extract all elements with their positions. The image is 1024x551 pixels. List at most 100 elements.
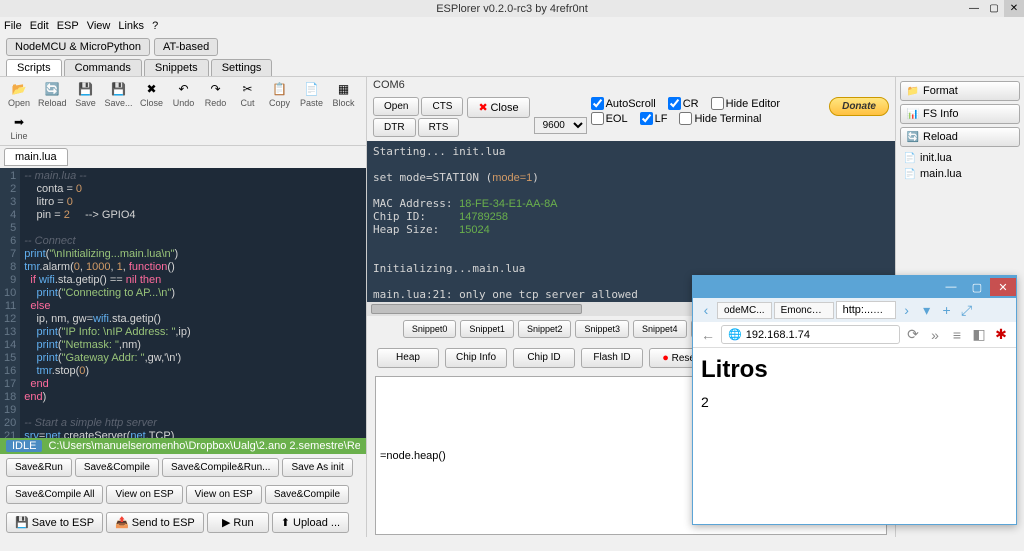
- cmd-chipinfo[interactable]: Chip Info: [445, 348, 507, 368]
- menu-edit[interactable]: Edit: [30, 20, 49, 32]
- tool-cut[interactable]: ✂Cut: [235, 81, 261, 108]
- button-sendtoesp[interactable]: 📤Send to ESP: [106, 512, 204, 533]
- save to esp-icon: 💾: [15, 516, 29, 529]
- browser-back-button[interactable]: ‹: [697, 301, 715, 319]
- check-eol[interactable]: EOL: [591, 112, 628, 125]
- cmd-chipid[interactable]: Chip ID: [513, 348, 575, 368]
- subtab-snippets[interactable]: Snippets: [144, 59, 209, 76]
- tool-save[interactable]: 💾Save: [73, 81, 99, 108]
- file-tab[interactable]: main.lua: [4, 148, 68, 166]
- browser-title-bar[interactable]: — ▢ ✕: [693, 276, 1016, 298]
- menu-view[interactable]: View: [87, 20, 111, 32]
- cts-button[interactable]: CTS: [421, 97, 463, 116]
- tool-line[interactable]: ➡Line: [6, 114, 32, 141]
- file-main-lua[interactable]: 📄main.lua: [900, 166, 1020, 182]
- browser-address-bar[interactable]: 🌐 192.168.1.74: [721, 325, 900, 344]
- redo-icon: ↷: [208, 81, 224, 97]
- tool-reload[interactable]: 🔄Reload: [38, 81, 67, 108]
- browser-tab[interactable]: Emoncms...: [774, 302, 834, 319]
- browser-menu-button[interactable]: ≡: [948, 326, 966, 344]
- maximize-button[interactable]: ▢: [984, 0, 1004, 17]
- browser-minimize-button[interactable]: —: [938, 278, 964, 296]
- browser-close-button[interactable]: ✕: [990, 278, 1016, 296]
- check-autoscroll[interactable]: AutoScroll: [591, 97, 656, 110]
- button-viewonesp[interactable]: View on ESP: [186, 485, 262, 504]
- browser-expand-button[interactable]: ⤢: [958, 301, 976, 319]
- save...-icon: 💾: [111, 81, 127, 97]
- rts-button[interactable]: RTS: [418, 118, 460, 137]
- copy-icon: 📋: [272, 81, 288, 97]
- cmd-flashid[interactable]: Flash ID: [581, 348, 643, 368]
- code-editor[interactable]: 1234567891011121314151617181920212223242…: [0, 168, 366, 438]
- close-icon: ✖: [144, 81, 160, 97]
- browser-tab-active[interactable]: http:...1.74/×: [836, 301, 896, 319]
- button-saverun[interactable]: Save&Run: [6, 458, 72, 477]
- right-reload[interactable]: 🔄Reload: [900, 127, 1020, 147]
- browser-more-button[interactable]: »: [926, 326, 944, 344]
- tab-1[interactable]: AT-based: [154, 38, 218, 56]
- subtab-settings[interactable]: Settings: [211, 59, 273, 76]
- button-viewonesp[interactable]: View on ESP: [106, 485, 182, 504]
- cmd-heap[interactable]: Heap: [377, 348, 439, 368]
- tool-block[interactable]: ▦Block: [331, 81, 357, 108]
- browser-ext-button[interactable]: ✱: [992, 326, 1010, 344]
- main-tabs: NodeMCU & MicroPythonAT-based: [0, 35, 1024, 59]
- snippet-button[interactable]: Snippet4: [633, 320, 687, 338]
- browser-window: — ▢ ✕ ‹ odeMC... Emoncms... http:...1.74…: [692, 275, 1017, 525]
- line-icon: ➡: [11, 114, 27, 130]
- button-savecompileall[interactable]: Save&Compile All: [6, 485, 103, 504]
- open-port-button[interactable]: Open: [373, 97, 419, 116]
- check-lf[interactable]: LF: [640, 112, 668, 125]
- button-upload[interactable]: ⬆Upload ...: [272, 512, 349, 533]
- subtab-scripts[interactable]: Scripts: [6, 59, 62, 76]
- block-icon: ▦: [336, 81, 352, 97]
- browser-maximize-button[interactable]: ▢: [964, 278, 990, 296]
- dtr-button[interactable]: DTR: [373, 118, 416, 137]
- button-savecompilerun[interactable]: Save&Compile&Run...: [162, 458, 280, 477]
- tool-close[interactable]: ✖Close: [139, 81, 165, 108]
- browser-tab[interactable]: odeMC...: [717, 302, 772, 319]
- button-savetoesp[interactable]: 💾Save to ESP: [6, 512, 103, 533]
- cut-icon: ✂: [240, 81, 256, 97]
- menu-esp[interactable]: ESP: [57, 20, 79, 32]
- donate-button[interactable]: Donate: [829, 97, 889, 116]
- snippet-button[interactable]: Snippet1: [460, 320, 514, 338]
- menu-file[interactable]: File: [4, 20, 22, 32]
- browser-forward-button[interactable]: ›: [898, 301, 916, 319]
- close-button[interactable]: ✕: [1004, 0, 1024, 17]
- browser-new-tab-button[interactable]: +: [938, 301, 956, 319]
- subtab-commands[interactable]: Commands: [64, 59, 142, 76]
- tool-undo[interactable]: ↶Undo: [171, 81, 197, 108]
- file-init-lua[interactable]: 📄init.lua: [900, 150, 1020, 166]
- check-cr[interactable]: CR: [668, 97, 699, 110]
- browser-dropdown-button[interactable]: ▾: [918, 301, 936, 319]
- tool-open[interactable]: 📂Open: [6, 81, 32, 108]
- minimize-button[interactable]: —: [964, 0, 984, 17]
- com-port-label: COM6: [367, 77, 895, 93]
- check-hideeditor[interactable]: Hide Editor: [711, 97, 780, 110]
- tool-paste[interactable]: 📄Paste: [299, 81, 325, 108]
- button-savecompile[interactable]: Save&Compile: [75, 458, 159, 477]
- menu-links[interactable]: Links: [118, 20, 144, 32]
- snippet-button[interactable]: Snippet2: [518, 320, 572, 338]
- browser-home-button[interactable]: ←: [699, 326, 717, 344]
- browser-reload-button[interactable]: ⟳: [904, 326, 922, 344]
- right-fsinfo[interactable]: 📊FS Info: [900, 104, 1020, 124]
- snippet-button[interactable]: Snippet0: [403, 320, 457, 338]
- browser-sidebar-button[interactable]: ◧: [970, 326, 988, 344]
- close-port-button[interactable]: ✖ Close: [467, 97, 529, 118]
- tool-redo[interactable]: ↷Redo: [203, 81, 229, 108]
- tool-copy[interactable]: 📋Copy: [267, 81, 293, 108]
- button-saveasinit[interactable]: Save As init: [282, 458, 352, 477]
- button-run[interactable]: ▶Run: [207, 512, 269, 533]
- baud-select[interactable]: 9600: [534, 117, 587, 134]
- tab-0[interactable]: NodeMCU & MicroPython: [6, 38, 150, 56]
- menu-?[interactable]: ?: [152, 20, 158, 32]
- browser-tab-bar: ‹ odeMC... Emoncms... http:...1.74/× › ▾…: [693, 298, 1016, 322]
- button-savecompile[interactable]: Save&Compile: [265, 485, 349, 504]
- snippet-button[interactable]: Snippet3: [575, 320, 629, 338]
- check-hideterminal[interactable]: Hide Terminal: [679, 112, 761, 125]
- tool-save[interactable]: 💾Save...: [105, 81, 133, 108]
- window-title-bar: ESPlorer v0.2.0-rc3 by 4refr0nt — ▢ ✕: [0, 0, 1024, 17]
- right-format[interactable]: 📁Format: [900, 81, 1020, 101]
